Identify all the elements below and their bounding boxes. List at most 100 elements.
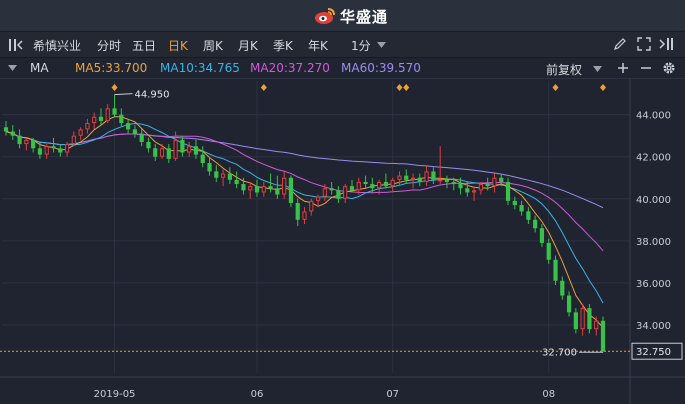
tab-period-yearly[interactable]: 年K bbox=[308, 37, 328, 54]
candle bbox=[3, 120, 9, 136]
event-marker-icon bbox=[600, 84, 606, 91]
fullscreen-icon[interactable] bbox=[637, 37, 651, 51]
candle bbox=[546, 238, 551, 264]
indicator-bar: MA MA5:33.700 MA10:34.765 MA20:37.270 MA… bbox=[0, 58, 685, 79]
candle bbox=[248, 181, 253, 199]
candlestick-chart[interactable]: 44.000 42.000 40.000 38.000 36.000 34.000 201… bbox=[0, 79, 685, 404]
settings-gear-icon[interactable] bbox=[662, 61, 676, 75]
candle-body bbox=[98, 116, 104, 121]
candle bbox=[10, 125, 15, 140]
candle-body bbox=[126, 123, 131, 130]
indicator-name[interactable]: MA bbox=[30, 61, 49, 75]
collapse-arrow-icon[interactable] bbox=[8, 65, 17, 71]
candle-body bbox=[505, 181, 511, 201]
candle bbox=[390, 177, 395, 193]
candle-body bbox=[187, 146, 192, 153]
minute-select[interactable]: 1分 bbox=[351, 37, 371, 54]
candle bbox=[309, 198, 314, 216]
tab-period-daily[interactable]: 日K bbox=[168, 37, 188, 54]
candle-body bbox=[349, 186, 355, 191]
candle-body bbox=[573, 312, 578, 330]
candle-body bbox=[17, 135, 22, 145]
candle-body bbox=[410, 177, 416, 180]
adjust-chevron-down-icon[interactable] bbox=[593, 66, 602, 72]
candle bbox=[566, 291, 572, 317]
tab-period-five-day[interactable]: 五日 bbox=[132, 37, 156, 54]
candle-body bbox=[444, 179, 450, 182]
remove-indicator-icon[interactable] bbox=[640, 62, 652, 74]
candle bbox=[343, 184, 348, 203]
candle-body bbox=[37, 148, 43, 155]
candle-body bbox=[58, 148, 63, 153]
add-indicator-icon[interactable] bbox=[617, 62, 629, 74]
candle-body bbox=[499, 177, 504, 182]
y-axis: 44.000 42.000 40.000 38.000 36.000 34.000 bbox=[636, 111, 671, 332]
ma20-value: MA20:37.270 bbox=[250, 61, 330, 75]
chevron-down-icon[interactable] bbox=[377, 42, 386, 48]
candle bbox=[187, 141, 192, 157]
adjust-select[interactable]: 前复权 bbox=[546, 61, 582, 78]
candle-body bbox=[282, 177, 287, 195]
candle bbox=[126, 118, 131, 134]
candle bbox=[146, 137, 151, 153]
candle-body bbox=[363, 181, 368, 185]
tab-period-intraday[interactable]: 分时 bbox=[97, 37, 121, 54]
expand-panel-icon[interactable] bbox=[658, 37, 674, 51]
candle bbox=[58, 144, 63, 157]
candle bbox=[404, 169, 409, 185]
candle-body bbox=[315, 196, 321, 201]
event-marker-icon bbox=[260, 84, 267, 91]
candle-body bbox=[451, 181, 456, 185]
candle-body bbox=[159, 148, 165, 157]
candle bbox=[200, 146, 205, 168]
candle bbox=[465, 181, 470, 197]
candle bbox=[444, 175, 450, 189]
candle-body bbox=[227, 173, 232, 180]
ma60-line bbox=[5, 131, 604, 209]
event-marker-icon bbox=[396, 84, 403, 91]
candle-body bbox=[539, 228, 545, 243]
candle bbox=[119, 108, 124, 128]
candle-body bbox=[295, 202, 300, 220]
candle bbox=[207, 156, 212, 176]
candle bbox=[17, 129, 22, 149]
candle-body bbox=[254, 186, 260, 193]
x-tick-label: 06 bbox=[251, 389, 264, 400]
event-marker-icon bbox=[552, 84, 559, 91]
candle-body bbox=[241, 184, 246, 191]
candle bbox=[282, 171, 287, 199]
candle-body bbox=[31, 139, 36, 149]
candle-body bbox=[329, 188, 334, 191]
draw-pen-icon[interactable] bbox=[613, 37, 627, 51]
candle-body bbox=[3, 127, 9, 132]
candle bbox=[98, 108, 104, 126]
candle bbox=[539, 224, 545, 248]
candle-body bbox=[10, 131, 15, 136]
candle-body bbox=[465, 188, 470, 193]
candle-body bbox=[343, 186, 348, 199]
candle-body bbox=[200, 154, 205, 164]
candle-body bbox=[553, 259, 558, 281]
y-tick-label: 38.000 bbox=[636, 237, 671, 248]
candle-body bbox=[85, 123, 90, 130]
candle bbox=[410, 173, 416, 189]
candle-body bbox=[153, 148, 158, 157]
tab-period-monthly[interactable]: 月K bbox=[238, 37, 258, 54]
candle bbox=[329, 181, 334, 195]
candle-body bbox=[390, 179, 395, 187]
candle-body bbox=[268, 186, 273, 189]
tab-period-weekly[interactable]: 周K bbox=[203, 37, 223, 54]
candle-body bbox=[594, 320, 599, 330]
candle-body bbox=[377, 181, 382, 189]
event-marker-icon bbox=[111, 84, 118, 91]
candle bbox=[64, 141, 70, 157]
collapse-panel-icon[interactable] bbox=[8, 38, 24, 52]
tab-period-quarterly[interactable]: 季K bbox=[273, 37, 293, 54]
candle-body bbox=[397, 175, 402, 180]
candle-body bbox=[383, 181, 389, 187]
candle bbox=[71, 131, 76, 147]
candle bbox=[105, 104, 110, 124]
x-tick-label: 08 bbox=[542, 389, 555, 400]
candle bbox=[288, 175, 294, 208]
chart-grid bbox=[0, 79, 685, 404]
